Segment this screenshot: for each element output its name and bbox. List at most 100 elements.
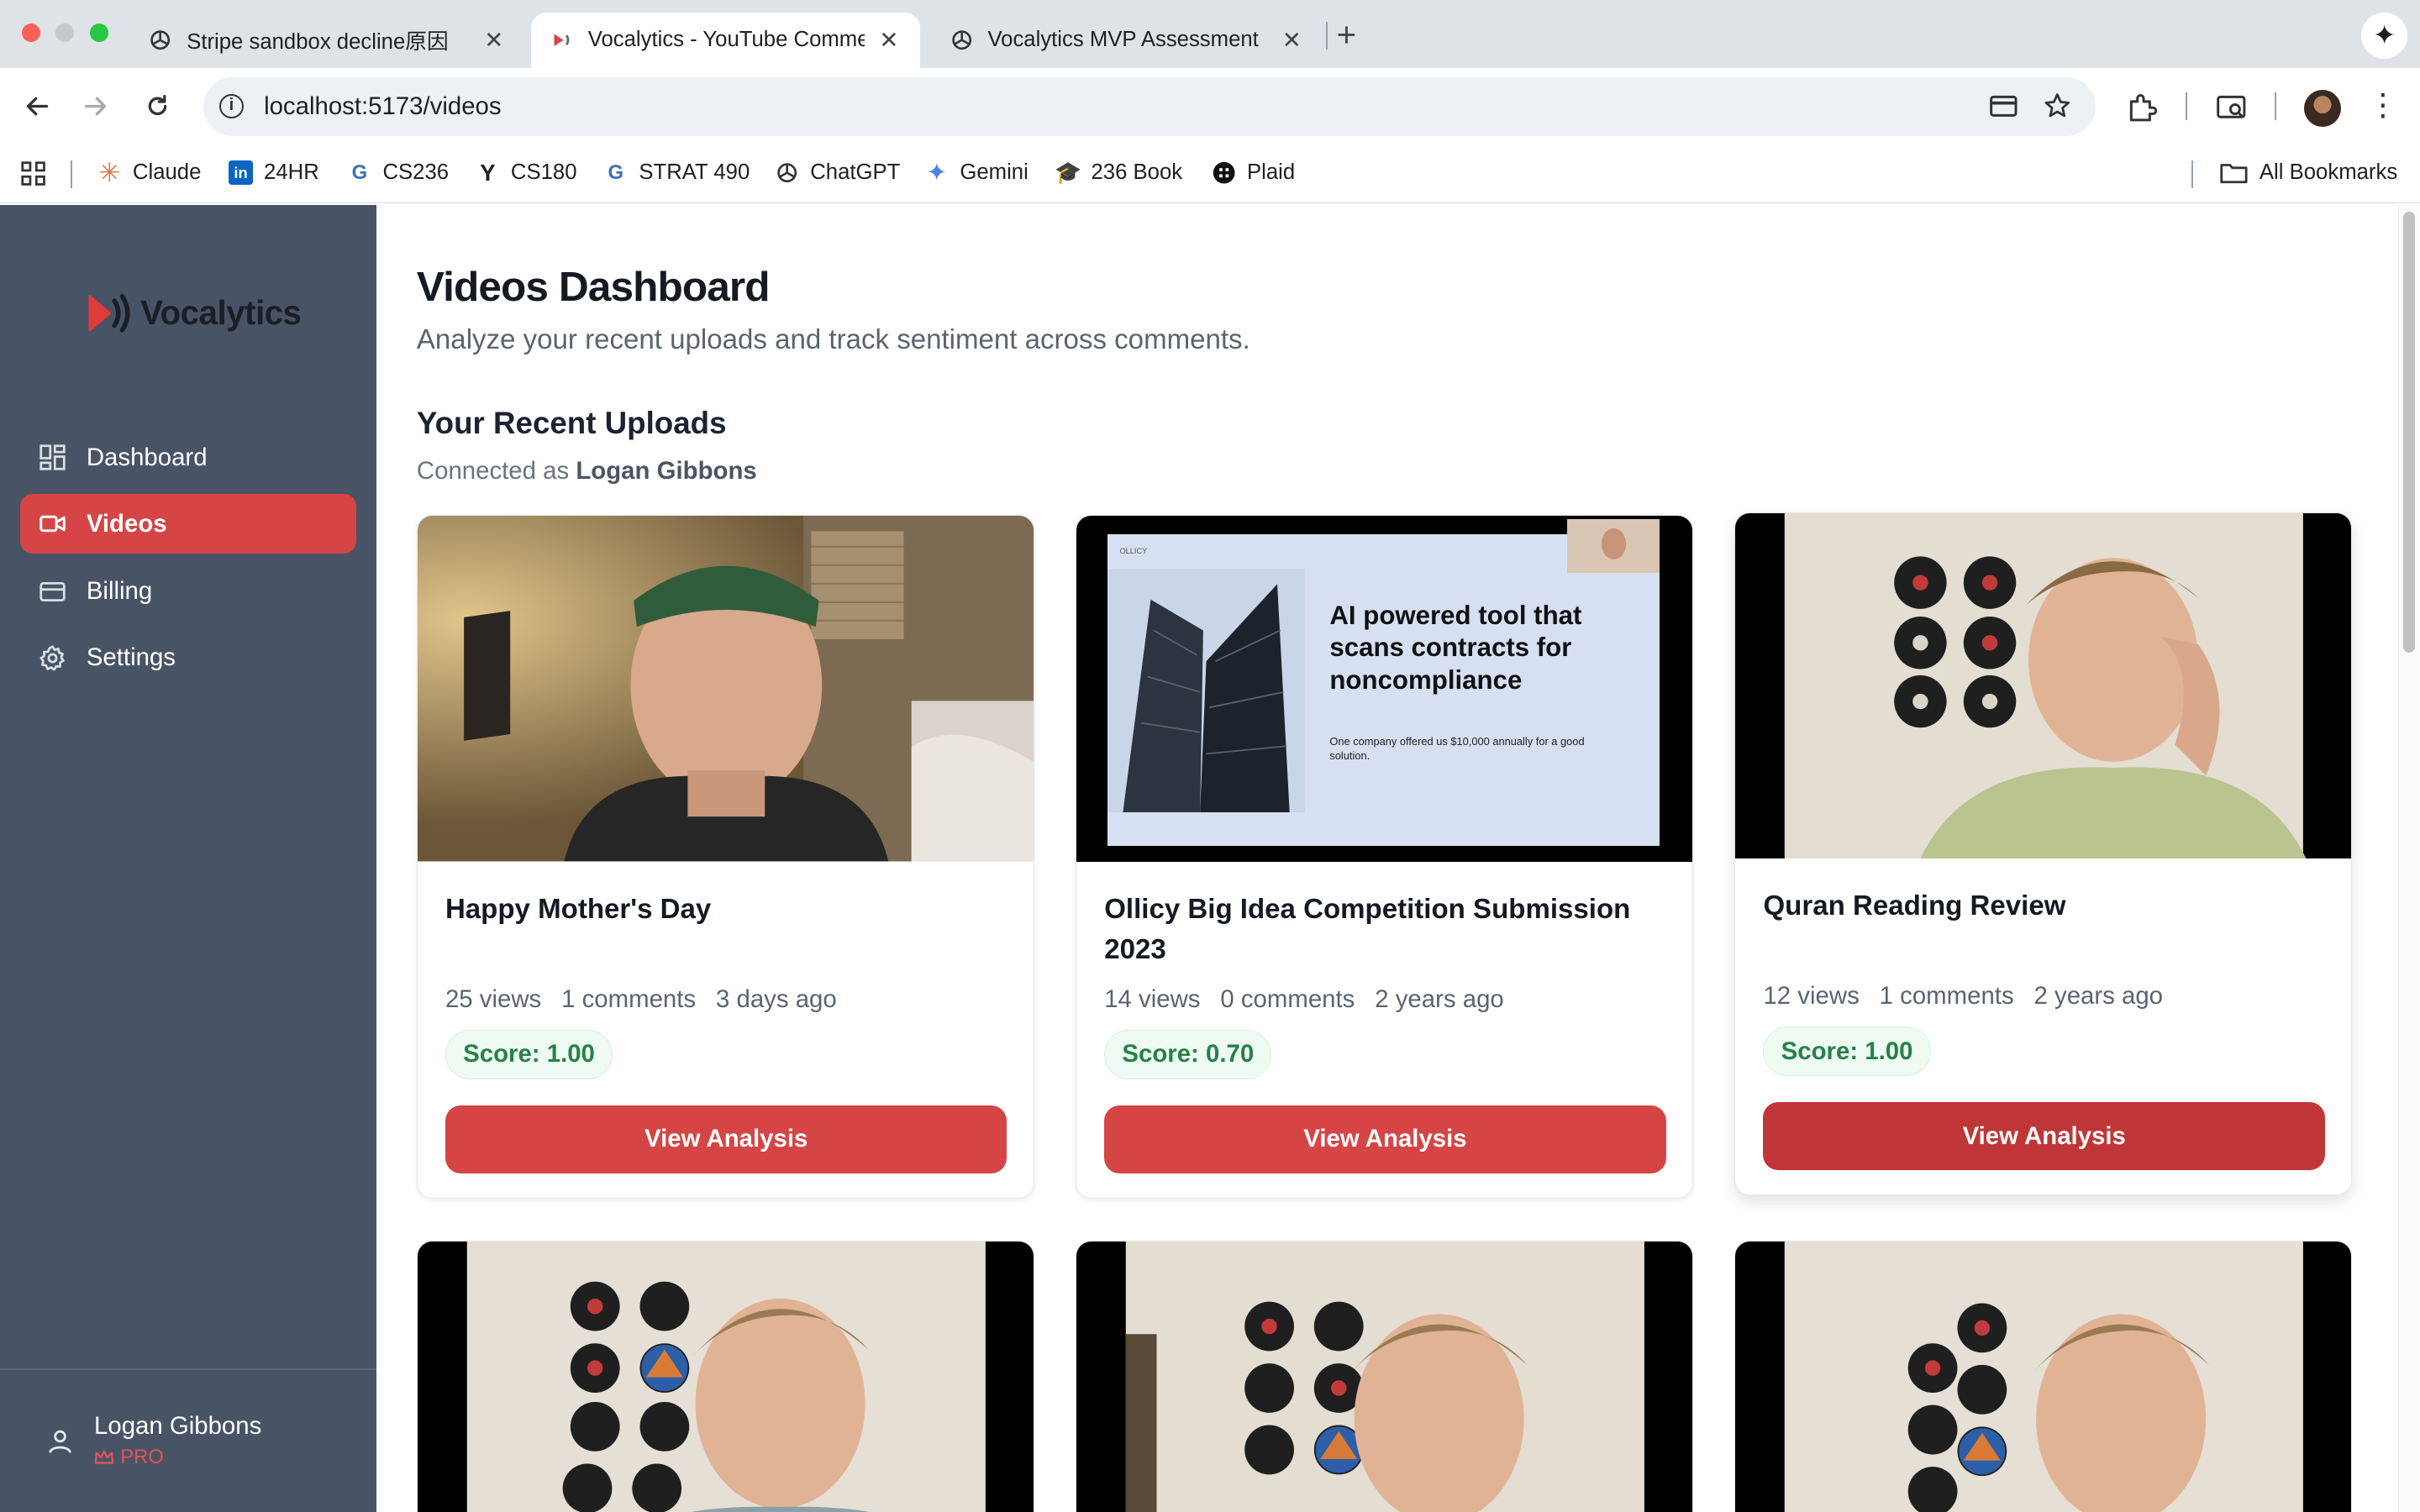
video-thumbnail[interactable] (1076, 1241, 1693, 1512)
gemini-icon: ✦ (926, 159, 948, 187)
sidebar-item-label: Billing (86, 577, 153, 606)
user-name: Logan Gibbons (94, 1411, 262, 1440)
sidebar-item-billing[interactable]: Billing (20, 562, 356, 622)
browser-tab-active[interactable]: Vocalytics - YouTube Comme ✕ (530, 12, 920, 68)
url-text[interactable]: localhost:5173/videos (264, 92, 502, 121)
window-minimize-button[interactable] (55, 23, 75, 42)
bookmark-plaid[interactable]: Plaid (1212, 160, 1295, 185)
window-close-button[interactable] (21, 23, 40, 42)
view-analysis-button[interactable]: View Analysis (1763, 1102, 2326, 1171)
slide-brand: OLLICY (1119, 547, 1148, 556)
sidebar-item-label: Settings (86, 643, 176, 672)
bookmark-separator (71, 160, 73, 189)
video-card-partial[interactable] (1734, 1240, 2353, 1512)
linkedin-icon: in (228, 160, 254, 186)
slide-heading: AI powered tool that scans contracts for… (1329, 600, 1582, 695)
video-card-partial[interactable] (416, 1240, 1034, 1512)
close-tab-icon[interactable]: ✕ (481, 27, 506, 54)
video-thumbnail[interactable]: OLLICY AI powered tool that scans contra… (1076, 516, 1692, 862)
back-arrow-icon[interactable] (18, 88, 55, 125)
close-tab-icon[interactable]: ✕ (876, 27, 901, 54)
video-age: 2 years ago (1375, 984, 1504, 1013)
ycombinator-icon: Y (480, 159, 496, 186)
sidebar: Vocalytics Dashboard Videos Billing Sett… (0, 205, 377, 1512)
toolbar-separator (2275, 92, 2277, 121)
openai-icon (148, 28, 172, 52)
video-age: 3 days ago (715, 984, 837, 1013)
bookmark-cs236[interactable]: G CS236 (347, 160, 449, 185)
connected-prefix: Connected as (416, 456, 570, 485)
video-stats: 12 views 1 comments 2 years ago (1763, 982, 2163, 1011)
card-payment-icon[interactable] (1988, 91, 2019, 122)
video-thumbnail[interactable] (417, 1241, 1034, 1512)
all-bookmarks-button[interactable]: All Bookmarks (2219, 160, 2397, 185)
address-bar[interactable]: i localhost:5173/videos (203, 76, 2096, 136)
bookmark-claude[interactable]: ✳ Claude (97, 157, 202, 187)
bookmark-gemini[interactable]: ✦ Gemini (924, 159, 1028, 187)
video-views: 12 views (1763, 982, 1860, 1011)
sentiment-score-badge: Score: 1.00 (445, 1030, 613, 1079)
reload-icon[interactable] (139, 88, 176, 125)
new-tab-button[interactable]: + (1337, 15, 1357, 55)
tab-search-icon[interactable] (2215, 91, 2249, 124)
sentiment-score-badge: Score: 0.70 (1104, 1030, 1272, 1079)
close-tab-icon[interactable]: ✕ (1280, 27, 1304, 54)
bookmark-chatgpt[interactable]: ChatGPT (775, 160, 900, 185)
bookmark-24hr[interactable]: in 24HR (228, 160, 319, 186)
bookmark-236-book[interactable]: 🎓 236 Book (1055, 160, 1182, 185)
video-title: Quran Reading Review (1763, 890, 2066, 922)
bookmark-label: Claude (132, 160, 202, 185)
sidebar-divider (0, 1368, 377, 1370)
sidebar-item-settings[interactable]: Settings (20, 628, 356, 689)
sidebar-item-videos[interactable]: Videos (19, 493, 357, 554)
profile-avatar[interactable] (2304, 89, 2342, 127)
video-thumbnail[interactable] (1735, 512, 2352, 859)
openai-icon (950, 28, 974, 52)
video-thumbnail[interactable] (417, 516, 1034, 862)
bookmark-strat490[interactable]: G STRAT 490 (603, 160, 750, 185)
video-icon (39, 515, 66, 533)
more-menu-icon[interactable]: ⋮ (2366, 89, 2400, 124)
video-card-partial[interactable] (1076, 1240, 1693, 1512)
tab-title: Vocalytics MVP Assessment (987, 28, 1259, 52)
gemini-sparkle-icon[interactable]: ✦ (2361, 12, 2408, 59)
video-age: 2 years ago (2033, 982, 2164, 1011)
section-title: Your Recent Uploads (416, 406, 727, 441)
browser-tab[interactable]: Stripe sandbox decline原因 ✕ (129, 13, 524, 68)
sentiment-score-badge: Score: 1.00 (1763, 1026, 1931, 1077)
window-zoom-button[interactable] (89, 23, 108, 42)
video-title: Happy Mother's Day (445, 893, 712, 925)
scrollbar-thumb[interactable] (2402, 211, 2416, 653)
bookmarks-bar: ✳ Claude in 24HR G CS236 Y CS180 G STRAT… (0, 144, 2420, 204)
page-title: Videos Dashboard (416, 263, 771, 311)
credit-card-icon (39, 581, 66, 601)
sidebar-item-label: Videos (86, 509, 167, 538)
all-bookmarks-label: All Bookmarks (2259, 160, 2398, 185)
browser-tab[interactable]: Vocalytics MVP Assessment ✕ (931, 13, 1323, 68)
brand-logo[interactable]: Vocalytics (88, 293, 302, 333)
video-stats: 14 views 0 comments 2 years ago (1104, 985, 1504, 1014)
video-card[interactable]: OLLICY AI powered tool that scans contra… (1076, 515, 1693, 1200)
connected-account: Connected as Logan Gibbons (417, 457, 757, 486)
view-analysis-button[interactable]: View Analysis (445, 1105, 1007, 1173)
bookmark-star-icon[interactable] (2042, 91, 2073, 122)
extensions-puzzle-icon[interactable] (2125, 91, 2159, 124)
video-thumbnail[interactable] (1735, 1241, 2352, 1512)
bookmark-separator (2191, 160, 2193, 189)
bookmark-label: CS180 (510, 160, 577, 185)
forward-arrow-icon[interactable] (77, 88, 114, 125)
main-content: Videos Dashboard Analyze your recent upl… (376, 205, 2420, 1512)
dashboard-icon (39, 444, 66, 470)
site-info-icon[interactable]: i (218, 94, 245, 119)
video-card[interactable]: Happy Mother's Day 25 views 1 comments 3… (416, 515, 1034, 1200)
sidebar-item-dashboard[interactable]: Dashboard (20, 428, 356, 488)
bookmark-label: 236 Book (1091, 160, 1183, 185)
scrollbar[interactable] (2398, 205, 2420, 1512)
bookmark-label: Gemini (960, 160, 1028, 185)
bookmark-cs180[interactable]: Y CS180 (476, 159, 577, 186)
page-subtitle: Analyze your recent uploads and track se… (416, 323, 1250, 355)
view-analysis-button[interactable]: View Analysis (1104, 1105, 1666, 1173)
apps-grid-icon[interactable] (20, 160, 46, 186)
video-card[interactable]: Quran Reading Review 12 views 1 comments… (1734, 512, 2353, 1196)
claude-icon: ✳ (98, 157, 121, 187)
